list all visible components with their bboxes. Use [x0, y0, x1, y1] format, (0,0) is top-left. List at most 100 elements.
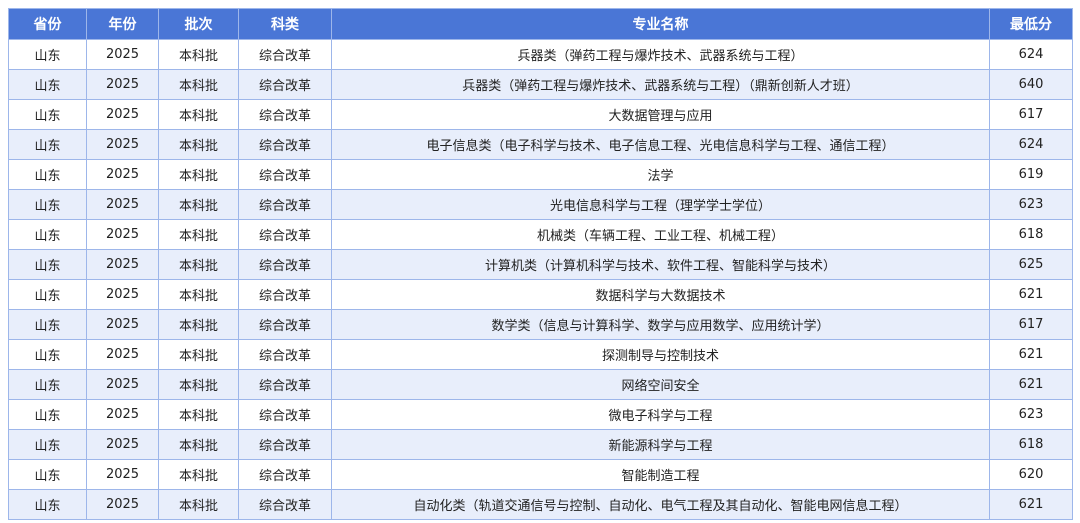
cell-major-name: 兵器类（弹药工程与爆炸技术、武器系统与工程）（鼎新创新人才班） — [331, 69, 990, 100]
cell-min-score: 624 — [989, 129, 1073, 160]
cell-min-score: 618 — [989, 429, 1073, 460]
cell-min-score: 621 — [989, 339, 1073, 370]
cell-batch: 本科批 — [158, 249, 239, 280]
cell-category: 综合改革 — [238, 189, 332, 220]
cell-min-score: 640 — [989, 69, 1073, 100]
cell-province: 山东 — [8, 429, 87, 460]
cell-batch: 本科批 — [158, 99, 239, 130]
cell-province: 山东 — [8, 279, 87, 310]
cell-category: 综合改革 — [238, 309, 332, 340]
cell-min-score: 621 — [989, 369, 1073, 400]
cell-batch: 本科批 — [158, 339, 239, 370]
cell-major-name: 兵器类（弹药工程与爆炸技术、武器系统与工程） — [331, 39, 990, 70]
table-row: 山东 2025 本科批 综合改革 计算机类（计算机科学与技术、软件工程、智能科学与技术）… — [8, 249, 1073, 280]
cell-province: 山东 — [8, 39, 87, 70]
table-row: 山东 2025 本科批 综合改革 网络空间安全 621 — [8, 369, 1073, 400]
cell-year: 2025 — [86, 249, 159, 280]
cell-province: 山东 — [8, 249, 87, 280]
header-row: 省份 年份 批次 科类 专业名称 最低分 — [8, 8, 1073, 40]
table-row: 山东 2025 本科批 综合改革 大数据管理与应用 617 — [8, 99, 1073, 130]
cell-min-score: 624 — [989, 39, 1073, 70]
cell-province: 山东 — [8, 219, 87, 250]
cell-batch: 本科批 — [158, 159, 239, 190]
cell-category: 综合改革 — [238, 399, 332, 430]
cell-year: 2025 — [86, 339, 159, 370]
cell-min-score: 625 — [989, 249, 1073, 280]
cell-batch: 本科批 — [158, 309, 239, 340]
cell-province: 山东 — [8, 489, 87, 520]
cell-batch: 本科批 — [158, 189, 239, 220]
cell-category: 综合改革 — [238, 279, 332, 310]
cell-batch: 本科批 — [158, 489, 239, 520]
cell-year: 2025 — [86, 189, 159, 220]
cell-major-name: 新能源科学与工程 — [331, 429, 990, 460]
table-row: 山东 2025 本科批 综合改革 自动化类（轨道交通信号与控制、自动化、电气工程及其自动… — [8, 489, 1073, 520]
cell-category: 综合改革 — [238, 159, 332, 190]
table-row: 山东 2025 本科批 综合改革 探测制导与控制技术 621 — [8, 339, 1073, 370]
cell-major-name: 大数据管理与应用 — [331, 99, 990, 130]
cell-min-score: 623 — [989, 189, 1073, 220]
cell-min-score: 618 — [989, 219, 1073, 250]
cell-min-score: 620 — [989, 459, 1073, 490]
cell-year: 2025 — [86, 69, 159, 100]
header-category: 科类 — [238, 8, 332, 40]
cell-year: 2025 — [86, 429, 159, 460]
header-batch: 批次 — [158, 8, 239, 40]
table-row: 山东 2025 本科批 综合改革 电子信息类（电子科学与技术、电子信息工程、光电信息科学… — [8, 129, 1073, 160]
cell-category: 综合改革 — [238, 489, 332, 520]
cell-province: 山东 — [8, 69, 87, 100]
cell-batch: 本科批 — [158, 429, 239, 460]
cell-major-name: 光电信息科学与工程（理学学士学位） — [331, 189, 990, 220]
cell-province: 山东 — [8, 339, 87, 370]
header-major-name: 专业名称 — [331, 8, 990, 40]
cell-province: 山东 — [8, 399, 87, 430]
cell-category: 综合改革 — [238, 39, 332, 70]
cell-major-name: 数据科学与大数据技术 — [331, 279, 990, 310]
table-row: 山东 2025 本科批 综合改革 光电信息科学与工程（理学学士学位） 623 — [8, 189, 1073, 220]
cell-batch: 本科批 — [158, 219, 239, 250]
cell-category: 综合改革 — [238, 369, 332, 400]
cell-batch: 本科批 — [158, 69, 239, 100]
table-row: 山东 2025 本科批 综合改革 机械类（车辆工程、工业工程、机械工程） 618 — [8, 219, 1073, 250]
header-province: 省份 — [8, 8, 87, 40]
cell-year: 2025 — [86, 99, 159, 130]
cell-year: 2025 — [86, 39, 159, 70]
cell-major-name: 数学类（信息与计算科学、数学与应用数学、应用统计学） — [331, 309, 990, 340]
admission-score-table: 省份 年份 批次 科类 专业名称 最低分 山东 2025 本科批 综合改革 兵器类（弹药… — [8, 8, 1073, 520]
cell-batch: 本科批 — [158, 399, 239, 430]
header-min-score: 最低分 — [989, 8, 1073, 40]
table-row: 山东 2025 本科批 综合改革 智能制造工程 620 — [8, 459, 1073, 490]
table-row: 山东 2025 本科批 综合改革 新能源科学与工程 618 — [8, 429, 1073, 460]
table-row: 山东 2025 本科批 综合改革 法学 619 — [8, 159, 1073, 190]
cell-year: 2025 — [86, 219, 159, 250]
cell-batch: 本科批 — [158, 39, 239, 70]
cell-category: 综合改革 — [238, 69, 332, 100]
cell-year: 2025 — [86, 159, 159, 190]
cell-province: 山东 — [8, 99, 87, 130]
table-body: 山东 2025 本科批 综合改革 兵器类（弹药工程与爆炸技术、武器系统与工程） 624 山东… — [8, 39, 1073, 520]
cell-min-score: 623 — [989, 399, 1073, 430]
cell-major-name: 电子信息类（电子科学与技术、电子信息工程、光电信息科学与工程、通信工程） — [331, 129, 990, 160]
cell-year: 2025 — [86, 309, 159, 340]
table-row: 山东 2025 本科批 综合改革 数学类（信息与计算科学、数学与应用数学、应用统计学） 6… — [8, 309, 1073, 340]
cell-category: 综合改革 — [238, 129, 332, 160]
table-row: 山东 2025 本科批 综合改革 数据科学与大数据技术 621 — [8, 279, 1073, 310]
cell-min-score: 621 — [989, 279, 1073, 310]
cell-year: 2025 — [86, 459, 159, 490]
cell-major-name: 微电子科学与工程 — [331, 399, 990, 430]
cell-category: 综合改革 — [238, 249, 332, 280]
cell-min-score: 621 — [989, 489, 1073, 520]
table-header: 省份 年份 批次 科类 专业名称 最低分 — [8, 8, 1073, 40]
cell-min-score: 617 — [989, 99, 1073, 130]
cell-major-name: 智能制造工程 — [331, 459, 990, 490]
cell-category: 综合改革 — [238, 339, 332, 370]
cell-category: 综合改革 — [238, 99, 332, 130]
cell-batch: 本科批 — [158, 369, 239, 400]
cell-major-name: 法学 — [331, 159, 990, 190]
cell-year: 2025 — [86, 369, 159, 400]
cell-major-name: 探测制导与控制技术 — [331, 339, 990, 370]
cell-province: 山东 — [8, 129, 87, 160]
cell-category: 综合改革 — [238, 219, 332, 250]
cell-min-score: 619 — [989, 159, 1073, 190]
cell-min-score: 617 — [989, 309, 1073, 340]
